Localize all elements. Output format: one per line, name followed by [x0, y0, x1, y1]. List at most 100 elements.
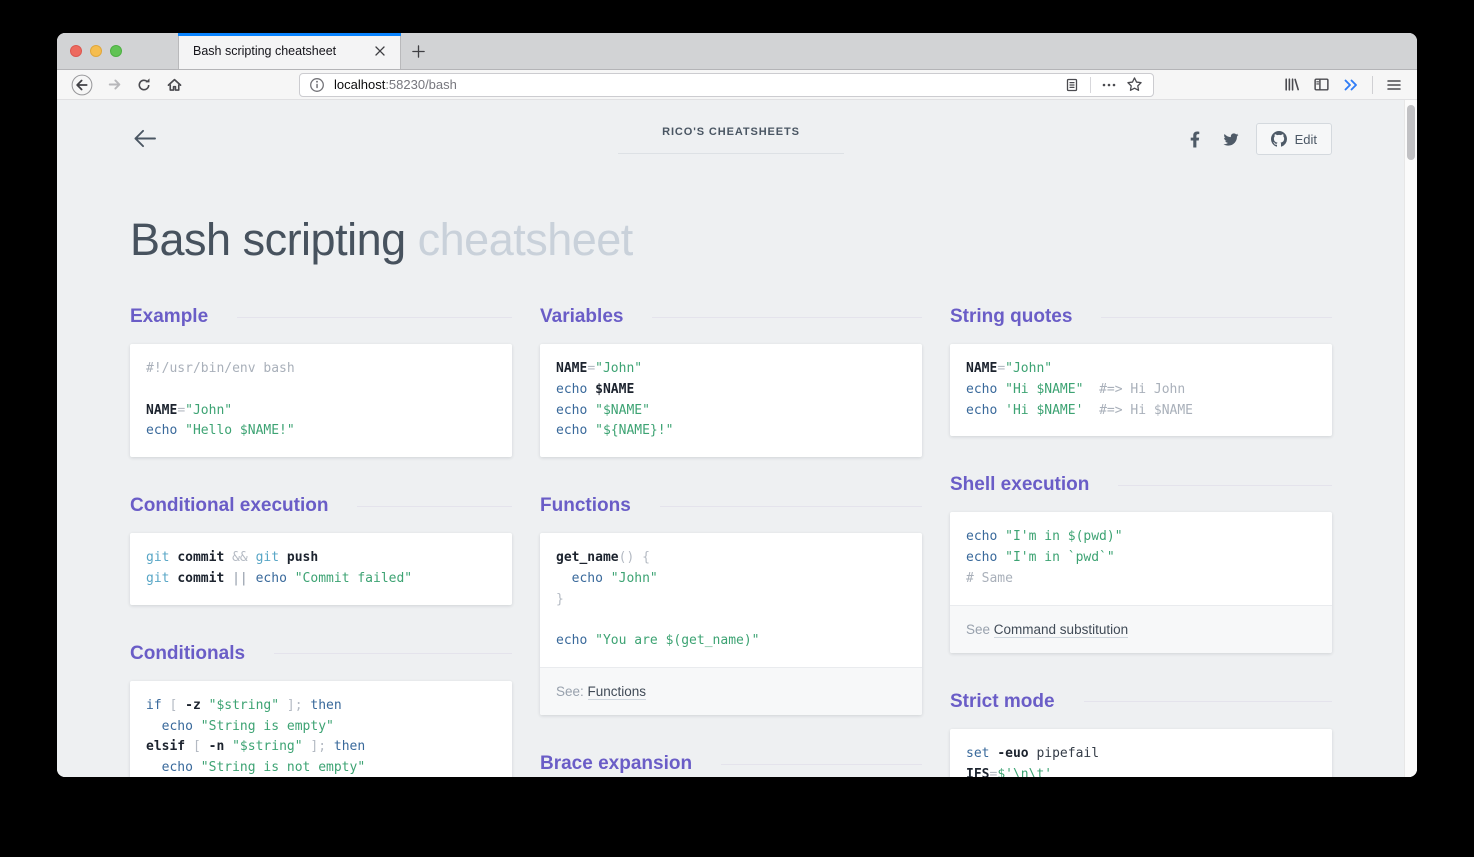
- section: Conditional executiongit commit && git p…: [130, 494, 512, 605]
- code-line: NAME="John": [556, 359, 906, 380]
- code-token: echo: [162, 760, 193, 775]
- code-line: echo "Hello $NAME!": [146, 421, 496, 442]
- code-token: pipefail: [1036, 746, 1099, 761]
- twitter-share-button[interactable]: [1220, 128, 1242, 150]
- code-token: push: [287, 550, 318, 565]
- reader-view-button[interactable]: [1060, 71, 1084, 99]
- code-token: [997, 550, 1005, 565]
- tab-bash-cheatsheet[interactable]: Bash scripting cheatsheet: [178, 33, 401, 69]
- section-heading: Conditionals: [130, 643, 245, 665]
- url-bar[interactable]: localhost:58230/bash: [299, 73, 1154, 97]
- see-link[interactable]: Command substitution: [994, 622, 1128, 638]
- scrollbar-thumb[interactable]: [1407, 105, 1415, 160]
- app-menu-button[interactable]: [1379, 71, 1409, 99]
- double-chevron-icon: [1343, 77, 1359, 93]
- code-card: git commit && git pushgit commit || echo…: [130, 533, 512, 605]
- page-actions-button[interactable]: [1097, 71, 1121, 99]
- library-button[interactable]: [1276, 71, 1306, 99]
- see-label: See: [966, 622, 994, 637]
- toolbar-right: [1276, 71, 1409, 99]
- back-button[interactable]: [65, 71, 99, 99]
- code-card: echo "I'm in $(pwd)"echo "I'm in `pwd`"#…: [950, 512, 1332, 652]
- code-token: &&: [232, 550, 248, 565]
- library-icon: [1283, 76, 1300, 93]
- code-card: #!/usr/bin/env bash NAME="John"echo "Hel…: [130, 344, 512, 457]
- code-token: [224, 550, 232, 565]
- code-line: # Same: [966, 569, 1316, 590]
- facebook-share-button[interactable]: [1184, 128, 1206, 150]
- code-line: [556, 611, 906, 632]
- reload-button[interactable]: [129, 71, 159, 99]
- code-token: get_name: [556, 550, 619, 565]
- code-token: $'\n\t': [997, 767, 1052, 777]
- section: Example#!/usr/bin/env bash NAME="John"ec…: [130, 305, 512, 457]
- bookmark-button[interactable]: [1121, 71, 1147, 99]
- section: Strict modeset -euo pipefailIFS=$'\n\t': [950, 690, 1332, 777]
- section-heading: Brace expansion: [540, 753, 692, 775]
- code-line: echo "String is not empty": [146, 758, 496, 777]
- column: VariablesNAME="John"echo $NAMEecho "$NAM…: [540, 305, 922, 777]
- site-info-icon[interactable]: [309, 77, 325, 93]
- code-token: -n: [209, 739, 225, 754]
- code-token: #=> Hi John: [1099, 382, 1185, 397]
- code-token: "John": [595, 361, 642, 376]
- code-token: then: [334, 739, 365, 754]
- back-to-home-link[interactable]: [132, 128, 157, 154]
- code-token: echo: [556, 382, 587, 397]
- close-window-button[interactable]: [70, 45, 82, 57]
- url-path: :58230/bash: [385, 77, 457, 92]
- code-token: if: [146, 698, 162, 713]
- code-line: [146, 380, 496, 401]
- code-token: -z: [185, 698, 201, 713]
- minimize-window-button[interactable]: [90, 45, 102, 57]
- code-token: NAME: [146, 403, 177, 418]
- star-icon: [1126, 76, 1143, 93]
- page-header: RICO'S CHEATSHEETS Edit: [130, 120, 1332, 166]
- page-title: Bash scripting cheatsheet: [130, 213, 1332, 267]
- forward-button[interactable]: [99, 71, 129, 99]
- section-heading: Example: [130, 306, 208, 328]
- code-line: if [ -z "$string" ]; then: [146, 696, 496, 717]
- reader-view-icon: [1064, 77, 1080, 93]
- code-token: echo: [146, 423, 177, 438]
- code-token: commit: [177, 550, 224, 565]
- edit-button[interactable]: Edit: [1256, 123, 1332, 155]
- code-token: NAME: [966, 361, 997, 376]
- code-token: echo: [966, 550, 997, 565]
- overflow-menu-button[interactable]: [1336, 71, 1366, 99]
- code-token: [177, 423, 185, 438]
- zoom-window-button[interactable]: [110, 45, 122, 57]
- section-divider: [660, 506, 922, 507]
- code-token: echo: [162, 719, 193, 734]
- section-header: Variables: [540, 305, 922, 329]
- section-divider: [721, 764, 922, 765]
- code-token: echo: [556, 633, 587, 648]
- section-divider: [1101, 317, 1332, 318]
- home-button[interactable]: [159, 71, 189, 99]
- tab-close-icon[interactable]: [370, 41, 390, 61]
- page-content: RICO'S CHEATSHEETS Edit Bash scripting c…: [130, 100, 1332, 777]
- section-divider: [274, 653, 512, 654]
- section-divider: [357, 506, 512, 507]
- new-tab-button[interactable]: [401, 33, 435, 69]
- sidebar-toggle-button[interactable]: [1306, 71, 1336, 99]
- code-token: [: [193, 739, 201, 754]
- code-token: "I'm in `pwd`": [1005, 550, 1115, 565]
- code-block: NAME="John"echo $NAMEecho "$NAME"echo "$…: [540, 344, 922, 457]
- code-token: "String is not empty": [201, 760, 365, 775]
- page-viewport: RICO'S CHEATSHEETS Edit Bash scripting c…: [57, 100, 1417, 777]
- code-token: "You are $(get_name)": [595, 633, 759, 648]
- section-heading: Shell execution: [950, 474, 1089, 496]
- see-link[interactable]: Functions: [588, 684, 647, 700]
- card-footer: See Command substitution: [950, 605, 1332, 653]
- code-token: "John": [185, 403, 232, 418]
- page-scrollbar[interactable]: [1404, 100, 1417, 777]
- section-header: Example: [130, 305, 512, 329]
- section: String quotesNAME="John"echo "Hi $NAME" …: [950, 305, 1332, 436]
- url-text[interactable]: localhost:58230/bash: [334, 77, 1060, 92]
- code-block: git commit && git pushgit commit || echo…: [130, 533, 512, 605]
- code-token: [587, 403, 595, 418]
- page-title-suffix: cheatsheet: [418, 214, 633, 265]
- code-line: get_name() {: [556, 548, 906, 569]
- site-title: RICO'S CHEATSHEETS: [662, 120, 800, 138]
